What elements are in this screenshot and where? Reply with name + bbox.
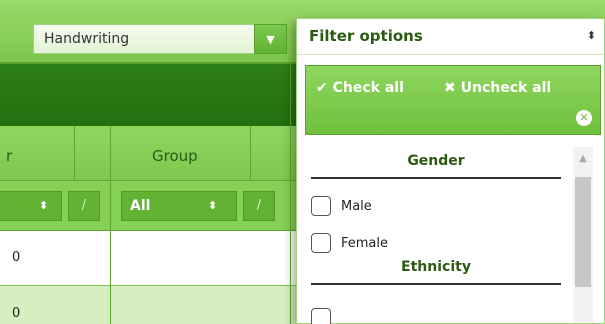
filter-select-group[interactable]: All ⬍ (121, 191, 237, 221)
table-row[interactable] (0, 286, 300, 324)
updown-icon: ⬍ (39, 199, 49, 212)
checkbox-partial[interactable] (311, 308, 331, 324)
group-title-gender: Gender (407, 153, 465, 169)
filter-operator-button-group[interactable]: / (243, 191, 275, 221)
updown-icon: ⬍ (586, 29, 596, 42)
checkbox-male[interactable] (311, 196, 331, 216)
filter-options-header[interactable]: Filter options ⬍ (297, 19, 604, 55)
filter-options-dropdown[interactable]: Filter options ⬍ ✔ Check all ✖ Uncheck a… (296, 18, 605, 324)
scrollbar-thumb[interactable] (575, 177, 591, 287)
table-cell-r: 0 (12, 250, 21, 265)
filter-options-title: Filter options (309, 27, 423, 45)
option-label: Female (341, 236, 389, 251)
column-divider (74, 126, 75, 181)
checkbox-female[interactable] (311, 233, 331, 253)
column-header-r[interactable]: r (6, 147, 12, 165)
group-title-ethnicity: Ethnicity (401, 259, 471, 275)
uncheck-all-button[interactable]: ✖ Uncheck all (444, 80, 551, 96)
scrollbar[interactable]: ▲ (573, 147, 593, 323)
filter-select-r[interactable]: ⬍ (0, 191, 62, 221)
column-header-group[interactable]: Group (152, 147, 198, 165)
updown-icon: ⬍ (208, 199, 218, 212)
close-icon[interactable]: ✕ (576, 110, 592, 126)
check-all-button[interactable]: ✔ Check all (316, 80, 404, 96)
filter-operator-button-r[interactable]: / (68, 191, 100, 221)
column-divider (250, 126, 251, 181)
table-row[interactable] (0, 231, 300, 286)
template-select-value: Handwriting (44, 31, 130, 47)
bulk-action-bar: ✔ Check all ✖ Uncheck all ✕ (305, 65, 601, 135)
table-cell-r: 0 (12, 306, 21, 321)
column-divider (290, 62, 291, 324)
column-header-row (0, 126, 300, 181)
chevron-down-icon[interactable]: ▼ (254, 24, 287, 54)
group-divider (311, 283, 561, 285)
column-divider (110, 126, 111, 324)
table-title-band (0, 64, 300, 126)
template-select[interactable]: Handwriting (33, 24, 287, 54)
group-divider (311, 177, 561, 179)
scroll-up-icon[interactable]: ▲ (573, 153, 593, 164)
option-label: Male (341, 199, 372, 214)
filter-select-group-value: All (130, 198, 151, 214)
